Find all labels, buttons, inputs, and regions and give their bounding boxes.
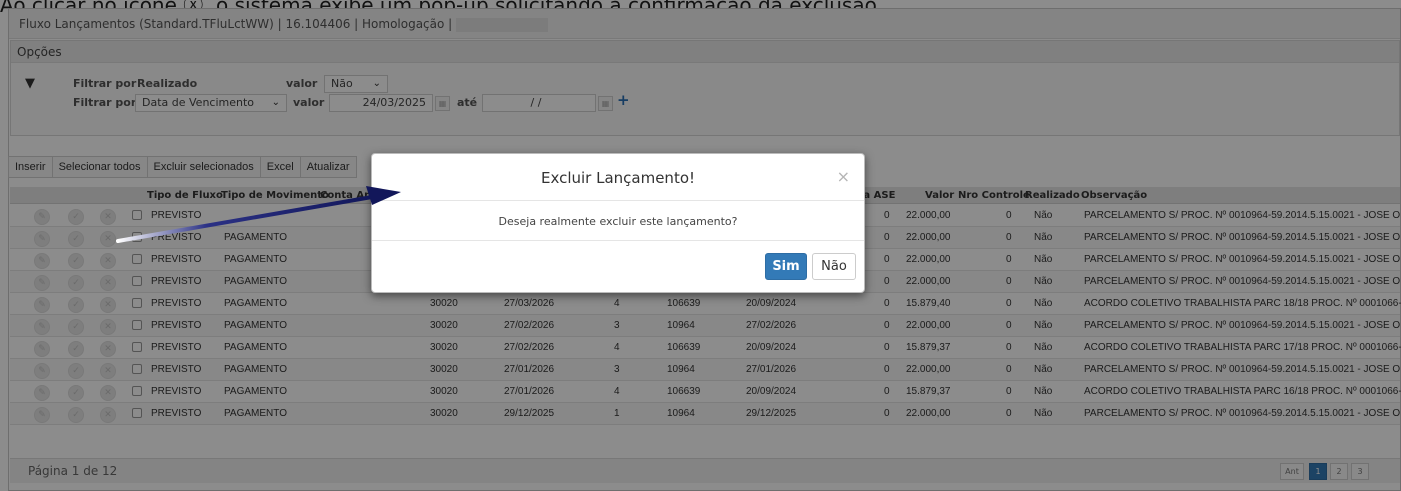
arrow-head <box>366 186 401 205</box>
arrow-shaft <box>116 195 374 243</box>
tutorial-arrow <box>116 186 401 243</box>
